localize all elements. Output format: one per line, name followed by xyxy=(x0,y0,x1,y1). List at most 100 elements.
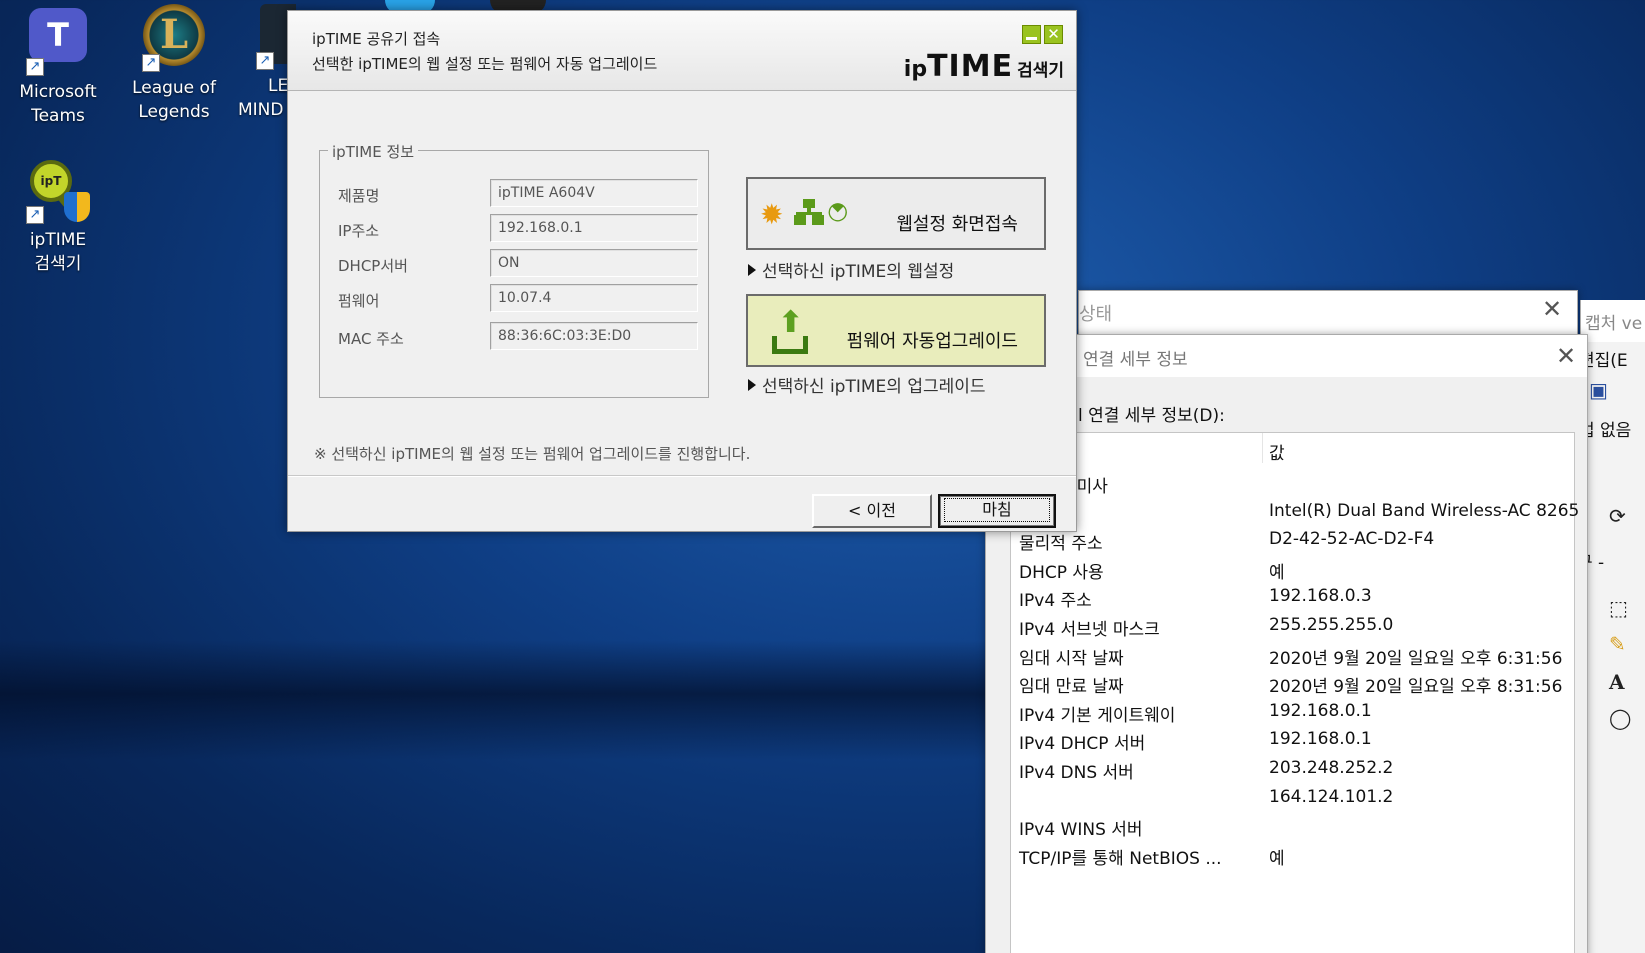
iptime-connect-dialog: ipTIME 공유기 접속 선택한 ipTIME의 웹 설정 또는 펌웨어 자동… xyxy=(287,10,1077,532)
triangle-bullet-icon xyxy=(748,264,756,276)
detail-value: 192.168.0.1 xyxy=(1269,700,1372,721)
info-row-mac: MAC 주소 88:36:6C:03:3E:D0 xyxy=(338,322,698,352)
detail-row[interactable]: IPv4 주소 192.168.0.3 xyxy=(1011,582,1574,611)
detail-value: 2020년 9월 20일 일요일 오후 8:31:56 xyxy=(1269,677,1563,698)
detail-row[interactable]: IPv4 기본 게이트웨이 192.168.0.1 xyxy=(1011,697,1574,726)
detail-row[interactable]: IPv4 DNS 서버 203.248.252.2 xyxy=(1011,754,1574,783)
previous-button[interactable]: < 이전 xyxy=(812,494,932,528)
detail-value: 2020년 9월 20일 일요일 오후 6:31:56 xyxy=(1269,648,1563,669)
desktop-icon-label: ipTIME xyxy=(29,230,87,250)
shortcut-arrow-icon: ↗ xyxy=(26,58,44,76)
detail-value: 203.248.252.2 xyxy=(1269,758,1394,778)
info-label: MAC 주소 xyxy=(338,330,404,348)
detail-value: 192.168.0.3 xyxy=(1269,586,1372,607)
detail-property: 임대 시작 날짜 xyxy=(1019,648,1124,669)
detail-row[interactable]: IPv4 서브넷 마스크 255.255.255.0 xyxy=(1011,611,1574,640)
shortcut-arrow-icon: ↗ xyxy=(142,54,160,72)
shortcut-arrow-icon: ↗ xyxy=(26,206,44,224)
refresh-icon[interactable]: ⟳ xyxy=(1609,504,1626,528)
detail-row[interactable]: DHCP 사용 예 xyxy=(1011,554,1574,583)
detail-property: DHCP 사용 xyxy=(1019,562,1104,583)
detail-property: IPv4 WINS 서버 xyxy=(1019,820,1143,841)
info-label: IP주소 xyxy=(338,222,380,240)
close-icon[interactable]: ✕ xyxy=(1044,25,1063,44)
web-settings-button[interactable]: ✹ ◔ 웹설정 화면접속 xyxy=(746,177,1046,250)
close-icon[interactable]: ✕ xyxy=(1556,344,1576,368)
text-icon[interactable]: A xyxy=(1609,670,1625,694)
window-title: 상태 xyxy=(1079,304,1113,325)
desktop-icon-lemind[interactable]: ↗ LE MIND xyxy=(230,2,296,122)
desktop-wallpaper-band xyxy=(0,640,1000,760)
desktop-icon-teams[interactable]: T ↗ Microsoft Teams xyxy=(2,2,114,128)
info-label: 펌웨어 xyxy=(338,292,380,310)
circle-icon[interactable]: ◯ xyxy=(1609,706,1631,730)
detail-row[interactable]: IPv4 DHCP 서버 192.168.0.1 xyxy=(1011,725,1574,754)
detail-property: TCP/IP를 통해 NetBIOS ... xyxy=(1019,848,1222,869)
minimize-icon[interactable] xyxy=(1022,25,1041,44)
detail-row[interactable]: TCP/IP를 통해 NetBIOS ... 예 xyxy=(1011,840,1574,869)
window-title: 연결 세부 정보 xyxy=(1083,350,1188,370)
detail-value: 164.124.101.2 xyxy=(1269,786,1394,807)
detail-value: 255.255.255.0 xyxy=(1269,615,1394,635)
detail-value: 예 xyxy=(1269,562,1285,583)
desktop-icon-label: Microsoft xyxy=(19,82,97,102)
dhcp-server-field: ON xyxy=(490,249,698,277)
detail-row[interactable]: IPv4 WINS 서버 xyxy=(1011,811,1574,840)
detail-row[interactable]: Intel(R) Dual Band Wireless-AC 8265 xyxy=(1011,497,1579,526)
shortcut-arrow-icon: ↗ xyxy=(256,52,274,70)
pen-icon[interactable]: ✎ xyxy=(1609,632,1626,656)
group-title: ipTIME 정보 xyxy=(328,141,419,162)
snipping-tool-window: 캡처 ve 편집(E ▣ 업 없음 ⟳ 구 - ⬚ ✎ A ◯ xyxy=(1577,300,1645,953)
detail-value: D2-42-52-AC-D2-F4 xyxy=(1269,529,1435,550)
league-of-legends-icon: L ↗ xyxy=(140,4,208,72)
finish-button[interactable]: 마침 xyxy=(938,494,1056,528)
iptime-logo: ipTIME 검색기 xyxy=(903,49,1064,84)
detail-value: 192.168.0.1 xyxy=(1269,729,1372,750)
info-row-firmware: 펌웨어 10.07.4 xyxy=(338,284,698,314)
detail-property: 임대 만료 날짜 xyxy=(1019,677,1124,698)
teams-icon: T ↗ xyxy=(24,8,92,76)
dialog-title: ipTIME 공유기 접속 xyxy=(312,30,441,48)
desktop-icon-league-of-legends[interactable]: L ↗ League of Legends xyxy=(118,2,230,124)
detail-row[interactable]: 임대 시작 날짜 2020년 9월 20일 일요일 오후 6:31:56 xyxy=(1011,640,1574,669)
network-icon xyxy=(794,199,824,225)
detail-row[interactable]: 물리적 주소 D2-42-52-AC-D2-F4 xyxy=(1011,525,1574,554)
dialog-note: ※ 선택하신 ipTIME의 웹 설정 또는 펌웨어 업그레이드를 진행합니다. xyxy=(314,445,751,463)
info-label: DHCP서버 xyxy=(338,257,408,275)
desktop-icon-label: 검색기 xyxy=(34,254,82,274)
detail-property: IPv4 주소 xyxy=(1019,591,1092,612)
window-titlebar: 상태 ✕ xyxy=(1079,291,1577,333)
close-icon[interactable]: ✕ xyxy=(1542,297,1562,321)
detail-property: IPv4 DHCP 서버 xyxy=(1019,734,1146,755)
desktop-icon-label: MIND xyxy=(238,100,284,120)
desktop-icon-iptime-search[interactable]: ipT ↗ ipTIME 검색기 xyxy=(2,156,114,276)
firmware-field: 10.07.4 xyxy=(490,284,698,312)
details-heading: l 연결 세부 정보(D): xyxy=(1078,406,1225,426)
window-title: 캡처 ve xyxy=(1581,300,1645,342)
firmware-upgrade-button[interactable]: ⬆ 펌웨어 자동업그레이드 xyxy=(746,294,1046,367)
divider xyxy=(288,475,1076,477)
save-icon[interactable]: ▣ xyxy=(1589,378,1608,402)
desktop-icon-label: Legends xyxy=(138,102,210,122)
info-row-dhcp: DHCP서버 ON xyxy=(338,249,698,279)
detail-row[interactable]: 임대 만료 날짜 2020년 9월 20일 일요일 오후 8:31:56 xyxy=(1011,668,1574,697)
detail-row[interactable]: 164.124.101.2 xyxy=(1011,783,1574,812)
info-label: 제품명 xyxy=(338,187,380,205)
details-list[interactable]: 값 DNS 접미사 Intel(R) Dual Band Wireless-AC … xyxy=(1010,432,1579,953)
mac-address-field: 88:36:6C:03:3E:D0 xyxy=(490,322,698,350)
iptime-info-group: ipTIME 정보 제품명 ipTIME A604V IP주소 192.168.… xyxy=(319,141,709,398)
detail-value: 예 xyxy=(1269,848,1285,869)
iptime-search-icon: ipT ↗ xyxy=(24,156,92,224)
detail-row[interactable]: DNS 접미사 xyxy=(1011,468,1574,497)
ip-address-field: 192.168.0.1 xyxy=(490,214,698,242)
column-header-value[interactable]: 값 xyxy=(1269,439,1285,464)
desktop-icon-label: Teams xyxy=(31,106,85,126)
detail-property: IPv4 서브넷 마스크 xyxy=(1019,620,1160,640)
desktop-icon-label: League of xyxy=(132,78,216,98)
gear-icon: ✹ xyxy=(760,198,784,231)
rect-select-icon[interactable]: ⬚ xyxy=(1609,596,1628,620)
dialog-subtitle: 선택한 ipTIME의 웹 설정 또는 펌웨어 자동 업그레이드 xyxy=(312,55,658,73)
detail-property: IPv4 DNS 서버 xyxy=(1019,763,1134,783)
desktop-icon-label: LE xyxy=(268,76,289,96)
web-settings-label: 웹설정 화면접속 xyxy=(896,214,1018,235)
